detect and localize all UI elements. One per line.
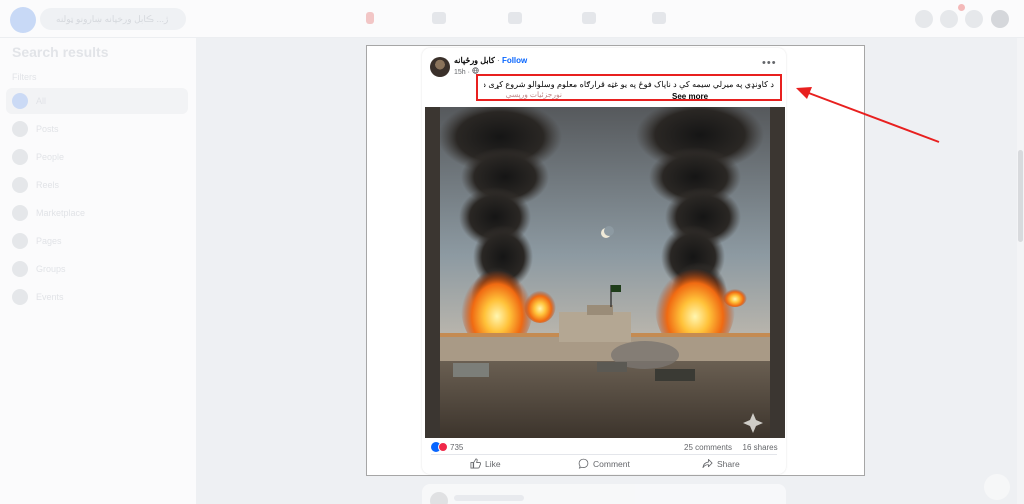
like-label: Like <box>485 458 501 469</box>
reels-icon <box>12 177 28 193</box>
sidebar-title: Search results <box>12 44 109 60</box>
next-post-card <box>422 484 786 504</box>
filters-label: Filters <box>12 72 37 82</box>
thumbs-up-icon <box>470 458 481 469</box>
people-icon <box>12 149 28 165</box>
sidebar-item-pages[interactable]: Pages <box>6 228 188 254</box>
menu-icon[interactable] <box>915 10 933 28</box>
sidebar-item-label: Reels <box>36 180 60 190</box>
comment-label: Comment <box>593 458 630 469</box>
sidebar-item-posts[interactable]: Posts <box>6 116 188 142</box>
groups-icon[interactable] <box>582 12 596 24</box>
groups-icon <box>12 261 28 277</box>
next-post-avatar[interactable] <box>430 492 448 504</box>
profile-avatar[interactable] <box>991 10 1009 28</box>
post-header: کابل ورځپانه · Follow <box>454 56 527 65</box>
share-button[interactable]: Share <box>702 458 740 469</box>
marketplace-icon[interactable] <box>508 12 522 24</box>
author-avatar[interactable] <box>430 57 450 77</box>
comment-button[interactable]: Comment <box>578 458 630 469</box>
sidebar-item-label: Posts <box>36 124 59 134</box>
more-options-icon[interactable]: ••• <box>762 57 777 69</box>
bell-icon[interactable] <box>965 10 983 28</box>
facebook-logo[interactable] <box>10 7 36 33</box>
action-divider <box>431 454 777 455</box>
home-icon[interactable] <box>366 12 374 24</box>
follow-button[interactable]: Follow <box>502 56 527 65</box>
reactions-summary[interactable]: 735 <box>431 442 463 452</box>
search-sidebar: Search results Filters All Posts People … <box>0 38 196 504</box>
explosion-scene-image <box>425 107 785 438</box>
comment-icon <box>578 458 589 469</box>
reaction-count: 735 <box>450 442 464 452</box>
video-icon[interactable] <box>432 12 446 24</box>
love-reaction-icon <box>438 442 448 452</box>
sidebar-item-groups[interactable]: Groups <box>6 256 188 282</box>
sidebar-item-label: Marketplace <box>36 208 86 218</box>
sidebar-item-label: People <box>36 152 65 162</box>
pages-icon <box>12 233 28 249</box>
scrollbar-track[interactable] <box>1017 38 1024 504</box>
sidebar-item-label: All <box>36 96 47 106</box>
engagement-counts: 25 comments 16 shares <box>684 443 778 452</box>
like-button[interactable]: Like <box>470 458 501 469</box>
post-time[interactable]: 15h <box>454 69 466 76</box>
sidebar-item-label: Pages <box>36 236 62 246</box>
comment-count[interactable]: 25 comments <box>684 443 732 452</box>
share-icon <box>702 458 713 469</box>
next-post-author <box>454 495 524 501</box>
annotation-highlight-box <box>476 74 782 101</box>
share-count[interactable]: 16 shares <box>743 443 778 452</box>
sidebar-item-marketplace[interactable]: Marketplace <box>6 200 188 226</box>
all-icon <box>12 93 28 109</box>
scrollbar-thumb[interactable] <box>1018 150 1023 242</box>
new-message-button[interactable] <box>984 474 1010 500</box>
post-image[interactable] <box>425 107 785 438</box>
sidebar-item-people[interactable]: People <box>6 144 188 170</box>
sidebar-item-reels[interactable]: Reels <box>6 172 188 198</box>
posts-icon <box>12 121 28 137</box>
post-card: کابل ورځپانه · Follow 15h · ••• د کاونډي… <box>422 48 786 474</box>
sidebar-item-label: Groups <box>36 264 66 274</box>
meta-separator: · <box>467 69 470 76</box>
sidebar-item-all[interactable]: All <box>6 88 188 114</box>
events-icon <box>12 289 28 305</box>
sidebar-item-events[interactable]: Events <box>6 284 188 310</box>
notification-badge <box>958 4 965 11</box>
marketplace-icon <box>12 205 28 221</box>
messenger-icon[interactable] <box>940 10 958 28</box>
sidebar-item-label: Events <box>36 292 64 302</box>
search-input[interactable]: ژ... ڪابل ورخپانه ښارونو ټولنه <box>40 8 186 30</box>
top-navigation-bar: ژ... ڪابل ورخپانه ښارونو ټولنه <box>0 0 1024 38</box>
gaming-icon[interactable] <box>652 12 666 24</box>
search-input-text: ژ... ڪابل ورخپانه ښارونو ټولنه <box>56 14 169 24</box>
share-label: Share <box>717 458 740 469</box>
header-separator: · <box>497 56 500 65</box>
author-name[interactable]: کابل ورځپانه <box>454 56 495 65</box>
